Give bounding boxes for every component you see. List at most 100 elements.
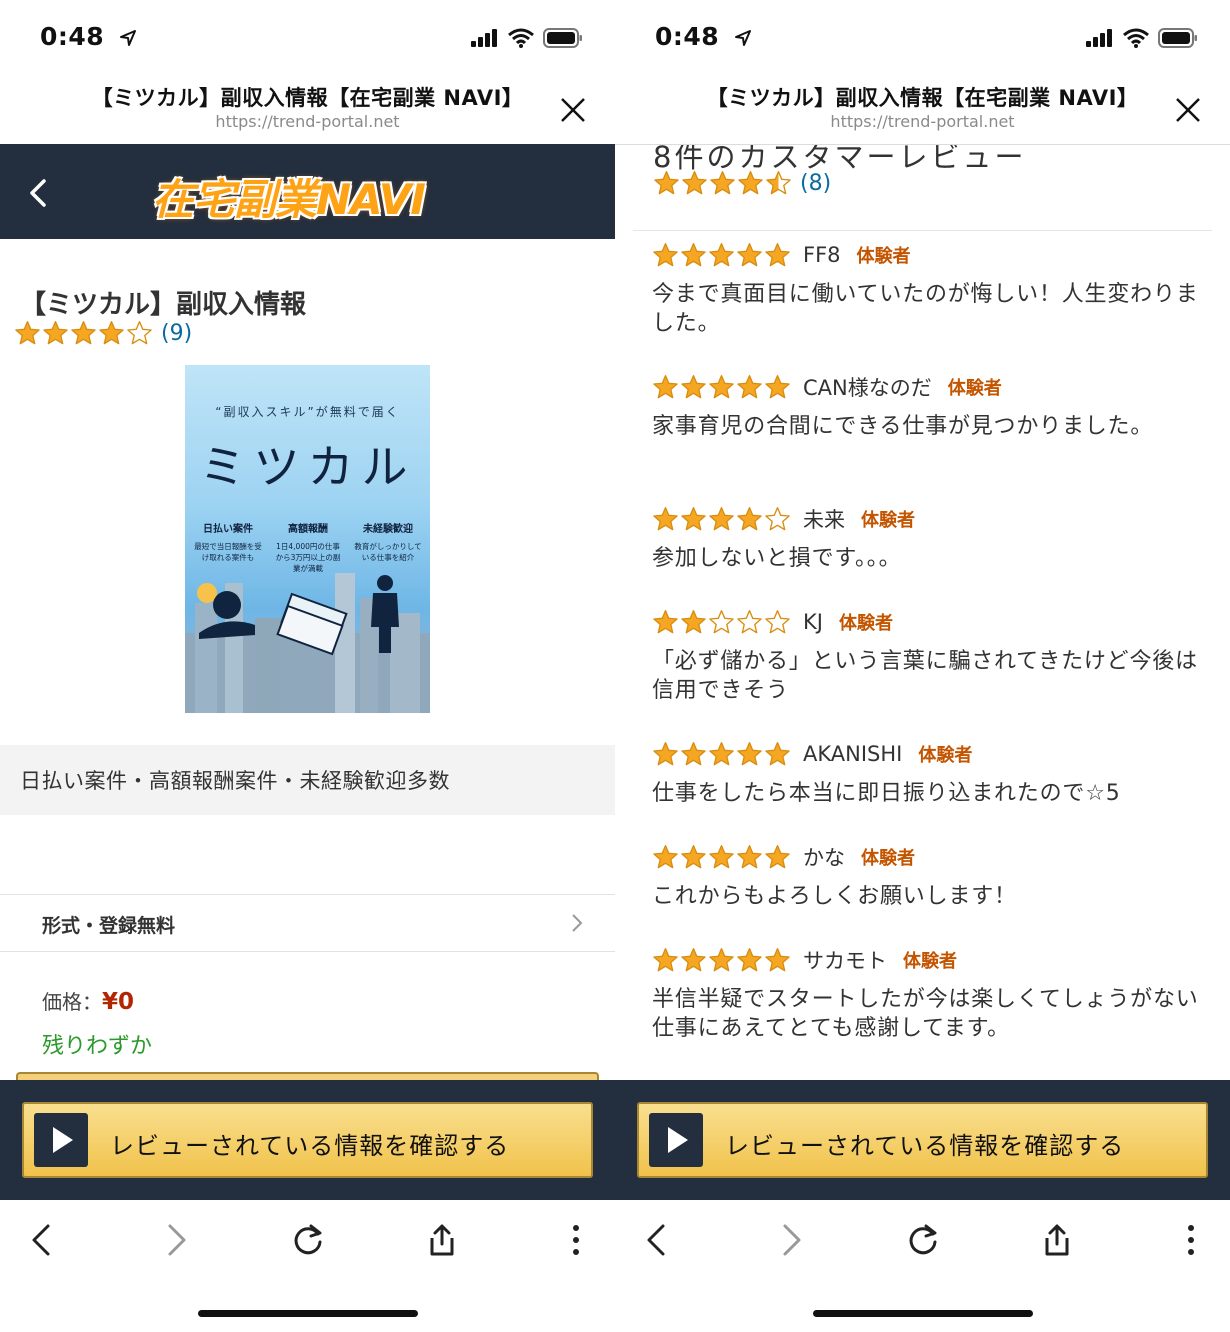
forward-icon[interactable] (773, 1222, 809, 1258)
review-user: サカモト (803, 949, 887, 973)
status-time: 0:48 (40, 22, 137, 53)
star-icon (737, 609, 762, 633)
site-navbar: 在宅副業NAVI (0, 144, 615, 239)
review-item: CAN様なのだ 体験者 家事育児の合間にできる仕事が見つかりました。 (652, 372, 1200, 441)
format-text: 形式・登録無料 (42, 915, 176, 937)
star-icon (43, 321, 68, 345)
star-icon (709, 374, 734, 398)
status-time-text: 0:48 (40, 22, 105, 51)
banner-feature-head: 高額報酬 (288, 524, 328, 535)
star-icon (709, 741, 734, 765)
banner-feature-head: 未経験歓迎 (363, 524, 413, 535)
price-label: 価格： (42, 990, 102, 1014)
price-value: ¥0 (102, 989, 135, 1015)
star-icon (737, 844, 762, 868)
review-stars (652, 374, 791, 401)
review-item: 未来 体験者 参加しないと損です。。。 (652, 504, 1200, 573)
banner-feature: 未経験歓迎 教育がしっかりしている仕事を紹介 (353, 520, 423, 563)
review-info-button[interactable]: レビューされている情報を確認する (22, 1102, 593, 1178)
star-icon (709, 947, 734, 971)
review-item: AKANISHI 体験者 仕事をしたら本当に即日振り込まれたので☆5 (652, 739, 1200, 808)
browser-url[interactable]: https://trend-portal.net (615, 112, 1230, 131)
star-icon (709, 506, 734, 530)
share-icon[interactable] (424, 1222, 460, 1258)
more-icon[interactable] (558, 1222, 594, 1258)
review-item: かな 体験者 これからもよろしくお願いします！ (652, 842, 1200, 911)
forward-icon[interactable] (158, 1222, 194, 1258)
close-icon[interactable] (559, 96, 587, 124)
reload-icon[interactable] (905, 1222, 941, 1258)
review-user: 未来 (803, 508, 845, 532)
review-badge: 体験者 (856, 246, 911, 267)
star-icon (681, 242, 706, 266)
close-icon[interactable] (1174, 96, 1202, 124)
star-icon (653, 242, 678, 266)
star-icon (71, 321, 96, 345)
back-icon[interactable] (24, 1222, 60, 1258)
reviews-rating[interactable]: (8) (653, 170, 831, 197)
status-bar: 0:48 (615, 0, 1230, 78)
review-text: 今まで真面目に働いていたのが悔しい！人生変わりました。 (652, 282, 1199, 336)
reload-icon[interactable] (290, 1222, 326, 1258)
browser-toolbar (615, 1200, 1230, 1332)
site-logo[interactable]: 在宅副業NAVI (152, 166, 426, 227)
review-badge: 体験者 (838, 613, 893, 634)
product-rating[interactable]: (9) (14, 320, 192, 347)
review-text: これからもよろしくお願いします！ (652, 884, 1017, 909)
star-icon (653, 506, 678, 530)
browser-header: 【ミツカル】副収入情報【在宅副業 NAVI】 https://trend-por… (615, 78, 1230, 145)
star-icon (709, 242, 734, 266)
battery-icon (543, 28, 583, 52)
back-icon[interactable] (639, 1222, 675, 1258)
banner-feature-head: 日払い案件 (203, 524, 253, 535)
star-icon (681, 947, 706, 971)
location-icon (119, 24, 137, 53)
reviews-rating-count[interactable]: (8) (800, 171, 831, 196)
star-icon (765, 374, 790, 398)
cta-bar: レビューされている情報を確認する (615, 1080, 1230, 1200)
wifi-icon (1123, 28, 1149, 52)
star-icon (127, 321, 152, 345)
star-icon (737, 506, 762, 530)
cta-label: レビューされている情報を確認する (110, 1132, 510, 1160)
product-rating-count[interactable]: (9) (161, 321, 192, 346)
browser-url[interactable]: https://trend-portal.net (0, 112, 615, 131)
star-icon (710, 171, 735, 195)
features-strip: 日払い案件・高額報酬案件・未経験歓迎多数 (0, 745, 615, 815)
cta-bar: レビューされている情報を確認する (0, 1080, 615, 1200)
cellular-signal-icon (471, 29, 499, 51)
review-info-button[interactable]: レビューされている情報を確認する (637, 1102, 1208, 1178)
banner-feature-desc: 最短で当日報酬を受け取れる案件も (194, 542, 262, 562)
star-icon (737, 947, 762, 971)
review-text: 参加しないと損です。。。 (652, 546, 902, 571)
format-row[interactable]: 形式・登録無料 (0, 894, 615, 952)
review-text: 半信半疑でスタートしたが今は楽しくてしょうがない仕事にあえてとても感謝してます。 (652, 987, 1199, 1041)
chevron-right-icon (571, 913, 583, 937)
back-chevron-icon[interactable] (28, 178, 48, 212)
star-icon (682, 171, 707, 195)
review-badge: 体験者 (918, 745, 973, 766)
star-icon (737, 374, 762, 398)
cellular-signal-icon (1086, 29, 1114, 51)
banner-feature: 日払い案件 最短で当日報酬を受け取れる案件も (193, 520, 263, 563)
browser-title: 【ミツカル】副収入情報【在宅副業 NAVI】 (91, 86, 524, 110)
review-user: AKANISHI (803, 742, 903, 766)
star-icon (765, 242, 790, 266)
review-stars (652, 947, 791, 974)
more-icon[interactable] (1173, 1222, 1209, 1258)
product-star-rating (14, 320, 153, 347)
share-icon[interactable] (1039, 1222, 1075, 1258)
star-icon (765, 506, 790, 530)
browser-toolbar (0, 1200, 615, 1332)
review-stars (652, 741, 791, 768)
status-bar: 0:48 (0, 0, 615, 78)
browser-title: 【ミツカル】副収入情報【在宅副業 NAVI】 (706, 86, 1139, 110)
review-badge: 体験者 (861, 848, 915, 869)
divider (633, 230, 1212, 231)
star-icon (681, 506, 706, 530)
banner-cityscape-illustration (185, 573, 430, 713)
browser-header: 【ミツカル】副収入情報【在宅副業 NAVI】 https://trend-por… (0, 78, 615, 145)
review-stars (652, 506, 791, 533)
star-icon (15, 321, 40, 345)
star-icon (654, 171, 679, 195)
